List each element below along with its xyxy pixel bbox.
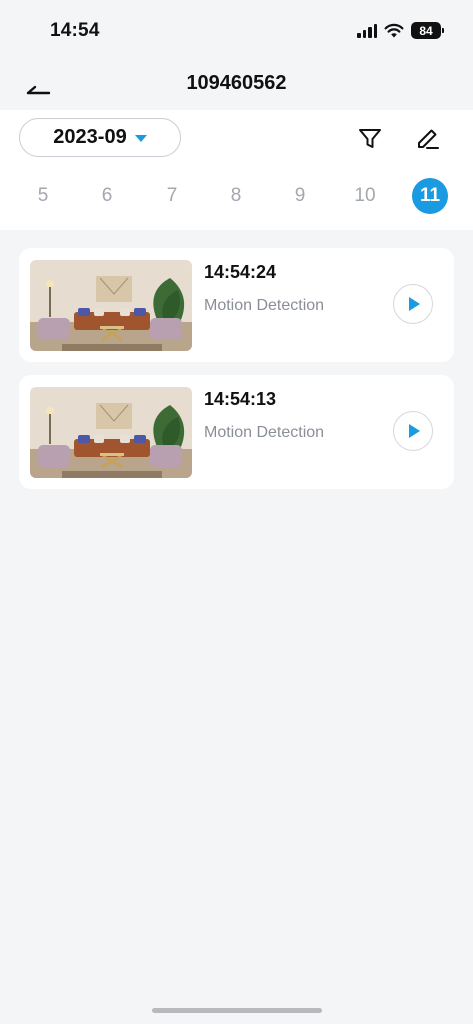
play-icon: [409, 297, 420, 311]
play-icon: [409, 424, 420, 438]
day-item[interactable]: 7: [154, 178, 190, 214]
event-card[interactable]: 14:54:24 Motion Detection: [19, 248, 454, 362]
month-label: 2023-09: [53, 126, 127, 148]
play-button[interactable]: [393, 284, 433, 324]
event-type: Motion Detection: [204, 424, 325, 441]
page-title: 109460562: [186, 72, 287, 94]
month-picker[interactable]: 2023-09: [19, 118, 181, 157]
event-time: 14:54:13: [204, 389, 277, 409]
play-button[interactable]: [393, 411, 433, 451]
event-type: Motion Detection: [204, 297, 325, 314]
status-bar: 14:54 84: [0, 0, 473, 64]
day-item[interactable]: 10: [347, 178, 383, 214]
day-item[interactable]: 8: [218, 178, 254, 214]
filter-button[interactable]: [356, 124, 384, 152]
living-room-thumbnail-image: [30, 260, 192, 351]
event-thumbnail[interactable]: [30, 387, 192, 478]
status-time: 14:54: [50, 20, 100, 41]
cellular-signal-icon: [357, 23, 377, 38]
date-toolbar: 2023-09 5 6 7 8 9 10 11: [0, 110, 473, 230]
battery-indicator: 84: [411, 22, 444, 39]
edit-button[interactable]: [414, 124, 442, 152]
day-item[interactable]: 5: [25, 178, 61, 214]
home-indicator[interactable]: [152, 1008, 322, 1013]
edit-icon: [418, 129, 439, 149]
filter-icon: [359, 129, 381, 148]
day-item-selected[interactable]: 11: [412, 178, 448, 214]
status-icons: 84: [357, 22, 444, 39]
event-card[interactable]: 14:54:13 Motion Detection: [19, 375, 454, 489]
day-selector: 5 6 7 8 9 10 11: [0, 178, 473, 218]
event-thumbnail[interactable]: [30, 260, 192, 351]
day-item[interactable]: 6: [89, 178, 125, 214]
nav-bar: 109460562: [0, 64, 473, 110]
event-time: 14:54:24: [204, 262, 277, 282]
wifi-icon: [384, 23, 404, 38]
day-item[interactable]: 9: [282, 178, 318, 214]
caret-down-icon: [134, 135, 147, 142]
living-room-thumbnail-image: [30, 387, 192, 478]
